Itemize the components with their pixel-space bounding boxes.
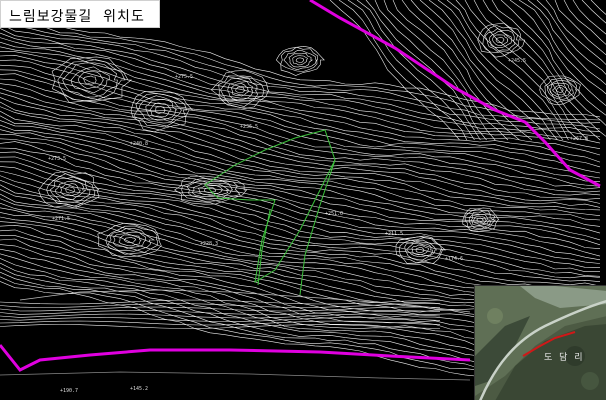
map-title: 느림보강물길 위치도 (9, 9, 145, 25)
elevation-label: +145.2 (130, 386, 148, 392)
inset-place-label: 도 담 리 (544, 353, 585, 363)
elevation-label: +211.5 (385, 231, 403, 237)
elevation-label: +228.3 (200, 241, 218, 247)
elevation-label: +190.7 (60, 388, 78, 394)
elevation-label: +245.5 (508, 58, 526, 64)
elevation-label: +275.5 (175, 74, 193, 80)
aerial-inset-photo (474, 285, 606, 400)
elevation-label: +240.8 (130, 141, 148, 147)
location-map: +245.5 +267.8 +273.5 +271.5 +251.0 +190.… (0, 0, 606, 400)
hill-contours (38, 22, 581, 264)
elevation-label: +267.8 (570, 136, 588, 142)
title-box: 느림보강물길 위치도 (0, 0, 160, 28)
road-line-bottom (0, 344, 471, 372)
road-edge (0, 371, 471, 381)
elevation-label: +273.5 (48, 156, 66, 162)
elevation-label: +251.0 (325, 211, 343, 217)
elevation-label: +236.5 (240, 124, 258, 130)
elevation-label: +271.5 (52, 216, 70, 222)
elevation-label: +174.6 (445, 256, 463, 262)
